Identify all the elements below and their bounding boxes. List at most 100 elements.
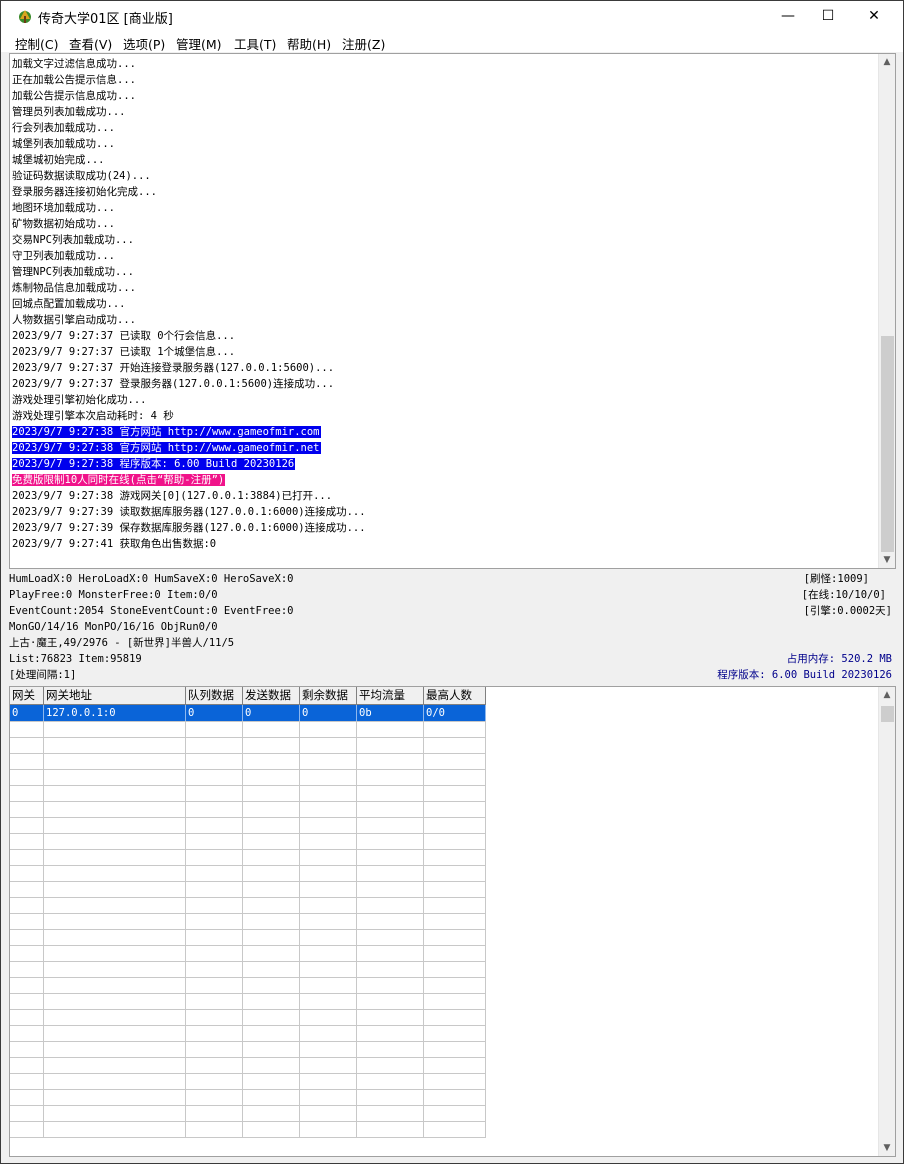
table-scroll-thumb[interactable] (881, 706, 894, 722)
log-line: 2023/9/7 9:27:37 已读取 0个行会信息... (12, 328, 878, 344)
menu-control[interactable]: 控制(C) (15, 34, 58, 53)
table-row-empty[interactable] (10, 1057, 486, 1074)
menu-register[interactable]: 注册(Z) (342, 34, 385, 53)
menu-help[interactable]: 帮助(H) (287, 34, 331, 53)
table-row-empty[interactable] (10, 849, 486, 866)
table-cell (357, 977, 424, 994)
table-scrollbar[interactable]: ▲ ▼ (878, 687, 895, 1156)
maximize-button[interactable]: ☐ (805, 1, 851, 31)
log-line-text: 2023/9/7 9:27:38 官方网站 http://www.gameofm… (12, 426, 321, 438)
table-row-empty[interactable] (10, 945, 486, 962)
log-line: 2023/9/7 9:27:38 官方网站 http://www.gameofm… (12, 424, 878, 440)
table-cell (186, 1041, 243, 1058)
menu-view[interactable]: 查看(V) (69, 34, 112, 53)
log-line-text: 城堡城初始完成... (12, 154, 105, 166)
scroll-up-arrow[interactable]: ▲ (879, 54, 895, 70)
table-cell (243, 1041, 300, 1058)
table-row-empty[interactable] (10, 817, 486, 834)
table-row-empty[interactable] (10, 1025, 486, 1042)
log-pane[interactable]: 加载文字过滤信息成功... 正在加载公告提示信息... 加载公告提示信息成功... 管… (9, 53, 896, 569)
table-cell (357, 913, 424, 930)
table-row-empty[interactable] (10, 1105, 486, 1122)
table-cell (243, 993, 300, 1010)
log-line-text: 2023/9/7 9:27:37 已读取 1个城堡信息... (12, 346, 236, 358)
table-cell (300, 993, 357, 1010)
table-row-empty[interactable] (10, 1121, 486, 1138)
table-row-empty[interactable] (10, 737, 486, 754)
table-cell (10, 977, 44, 994)
table-cell (300, 769, 357, 786)
table-row-empty[interactable] (10, 1041, 486, 1058)
scroll-down-arrow[interactable]: ▼ (879, 552, 895, 568)
table-row-empty[interactable] (10, 785, 486, 802)
col-gateway-address-header[interactable]: 网关地址 (44, 687, 186, 705)
table-cell (357, 849, 424, 866)
log-scroll-thumb[interactable] (881, 336, 894, 552)
table-cell (243, 1057, 300, 1074)
table-row-empty[interactable] (10, 753, 486, 770)
table-cell (186, 961, 243, 978)
table-cell (243, 897, 300, 914)
table-cell (186, 865, 243, 882)
table-cell (44, 1025, 186, 1042)
table-cell (300, 737, 357, 754)
table-row-empty[interactable] (10, 977, 486, 994)
menu-manage[interactable]: 管理(M) (176, 34, 222, 53)
table-row-empty[interactable] (10, 929, 486, 946)
col-remaining-data-header[interactable]: 剩余数据 (300, 687, 357, 705)
table-scroll-up-arrow[interactable]: ▲ (879, 687, 895, 703)
col-send-data-header[interactable]: 发送数据 (243, 687, 300, 705)
col-avg-traffic-header[interactable]: 平均流量 (357, 687, 424, 705)
table-row-empty[interactable] (10, 993, 486, 1010)
col-queue-data-header[interactable]: 队列数据 (186, 687, 243, 705)
table-cell (243, 769, 300, 786)
log-scrollbar[interactable]: ▲ ▼ (878, 54, 895, 568)
table-row-empty[interactable] (10, 1089, 486, 1106)
table-cell (243, 913, 300, 930)
table-cell (357, 785, 424, 802)
log-line-text: 游戏处理引擎初始化成功... (12, 394, 147, 406)
col-max-users-header[interactable]: 最高人数 (424, 687, 486, 705)
table-cell (357, 945, 424, 962)
table-cell (44, 1073, 186, 1090)
table-cell (243, 737, 300, 754)
table-cell (186, 801, 243, 818)
table-row-empty[interactable] (10, 1009, 486, 1026)
table-row[interactable]: 0 127.0.0.1:0 0 0 0 0b 0/0 (10, 705, 486, 722)
table-row-empty[interactable] (10, 865, 486, 882)
gateway-table[interactable]: 网关 网关地址 队列数据 发送数据 剩余数据 平均流量 最高人数 0 127.0.0.1:0 0… (9, 686, 896, 1157)
table-cell (186, 737, 243, 754)
log-line: 人物数据引擎启动成功... (12, 312, 878, 328)
table-cell (44, 721, 186, 738)
col-gateway-header[interactable]: 网关 (10, 687, 44, 705)
table-row-empty[interactable] (10, 913, 486, 930)
status-refresh-monsters: [刷怪:1009] (803, 573, 869, 585)
table-scroll-down-arrow[interactable]: ▼ (879, 1140, 895, 1156)
log-line: 2023/9/7 9:27:37 开始连接登录服务器(127.0.0.1:560… (12, 360, 878, 376)
table-cell: 0 (186, 705, 243, 722)
table-row-empty[interactable] (10, 721, 486, 738)
table-cell (424, 913, 486, 930)
close-button[interactable]: ✕ (851, 1, 897, 31)
table-cell (300, 1073, 357, 1090)
table-cell (44, 753, 186, 770)
table-cell (186, 1089, 243, 1106)
table-row-empty[interactable] (10, 881, 486, 898)
table-row-empty[interactable] (10, 897, 486, 914)
table-row-empty[interactable] (10, 833, 486, 850)
table-row-empty[interactable] (10, 801, 486, 818)
log-line: 地图环境加载成功... (12, 200, 878, 216)
log-line: 登录服务器连接初始化完成... (12, 184, 878, 200)
table-row-empty[interactable] (10, 769, 486, 786)
title-bar[interactable]: 传奇大学01区 [商业版] — ☐ ✕ (1, 1, 903, 31)
table-cell (44, 865, 186, 882)
table-cell (10, 913, 44, 930)
table-cell: 0 (300, 705, 357, 722)
log-line-text: 2023/9/7 9:27:38 游戏网关[0](127.0.0.1:3884)… (12, 490, 333, 502)
menu-options[interactable]: 选项(P) (123, 34, 165, 53)
menu-tools[interactable]: 工具(T) (234, 34, 276, 53)
table-cell (357, 897, 424, 914)
table-row-empty[interactable] (10, 961, 486, 978)
table-row-empty[interactable] (10, 1073, 486, 1090)
table-cell (10, 1121, 44, 1138)
